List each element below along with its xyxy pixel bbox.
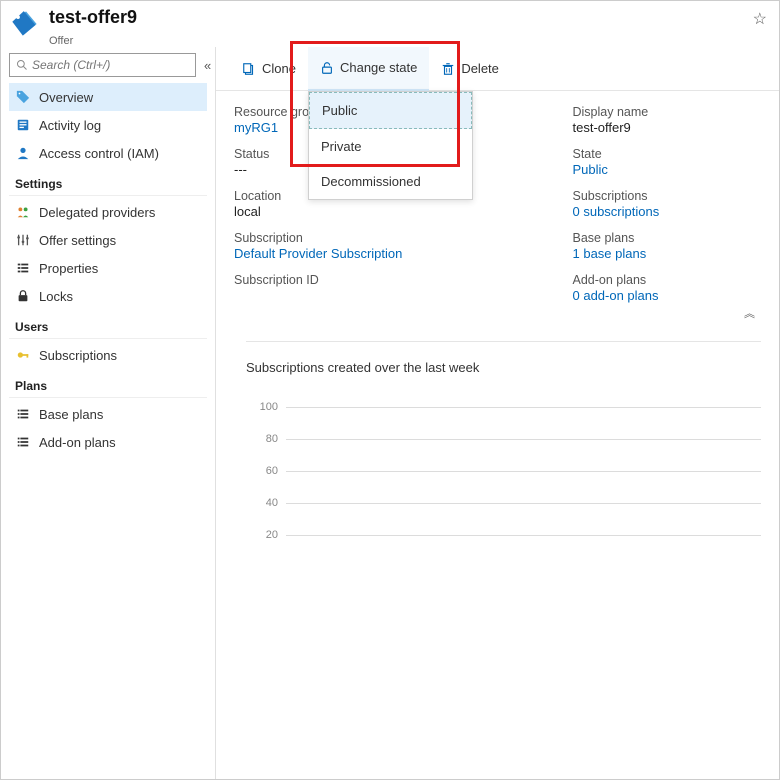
nav-subscriptions[interactable]: Subscriptions (9, 341, 207, 369)
section-header-plans: Plans (9, 369, 207, 398)
chart-title: Subscriptions created over the last week (246, 360, 761, 375)
toolbar-label: Delete (461, 61, 499, 76)
base-plans-link[interactable]: 1 base plans (573, 246, 762, 261)
nav-label: Add-on plans (39, 435, 116, 450)
section-header-settings: Settings (9, 167, 207, 196)
nav-label: Overview (39, 90, 93, 105)
prop-display-name: Display name test-offer9 (513, 105, 762, 135)
addon-plans-link[interactable]: 0 add-on plans (573, 288, 762, 303)
activity-log-icon (15, 118, 31, 132)
collapse-essentials-button[interactable]: ︽ (216, 303, 779, 321)
nav-label: Base plans (39, 407, 103, 422)
section-header-users: Users (9, 310, 207, 339)
delete-button[interactable]: Delete (429, 47, 511, 91)
offer-icon (11, 7, 39, 37)
prop-state: State Public (513, 147, 762, 177)
main-content: Clone Change state Public Private Decomm… (216, 47, 779, 779)
y-tick: 40 (246, 497, 286, 509)
prop-subscription: Subscription Default Provider Subscripti… (234, 231, 483, 261)
nav-label: Properties (39, 261, 98, 276)
nav-addon-plans[interactable]: Add-on plans (9, 428, 207, 456)
tag-icon (15, 90, 31, 104)
list-icon (15, 435, 31, 449)
prop-label: Subscription (234, 231, 483, 245)
prop-label: Subscriptions (573, 189, 762, 203)
chart-container: Subscriptions created over the last week… (246, 341, 761, 551)
state-link[interactable]: Public (573, 162, 762, 177)
page-subtitle: Offer (49, 35, 769, 47)
sliders-icon (15, 233, 31, 247)
page-title: test-offer9 (49, 7, 137, 28)
dropdown-item-decommissioned[interactable]: Decommissioned (309, 164, 472, 199)
collapse-sidebar-button[interactable]: « (202, 58, 213, 73)
change-state-dropdown: Public Private Decommissioned (308, 91, 473, 200)
subscription-link[interactable]: Default Provider Subscription (234, 246, 483, 261)
y-tick: 60 (246, 465, 286, 477)
lock-icon (15, 289, 31, 303)
nav-label: Activity log (39, 118, 101, 133)
trash-icon (441, 62, 455, 76)
page-header: test-offer9 Offer ☆ (1, 1, 779, 47)
delegated-icon (15, 205, 31, 219)
prop-label: State (573, 147, 762, 161)
key-icon (15, 348, 31, 362)
nav-locks[interactable]: Locks (9, 282, 207, 310)
prop-label: Display name (573, 105, 762, 119)
prop-base-plans: Base plans 1 base plans (513, 231, 762, 261)
subscriptions-chart: 100 80 60 40 20 (246, 391, 761, 551)
person-icon (15, 146, 31, 160)
search-input-wrap[interactable] (9, 53, 196, 77)
nav-access-control[interactable]: Access control (IAM) (9, 139, 207, 167)
gridline (286, 439, 761, 440)
gridline (286, 471, 761, 472)
nav-offer-settings[interactable]: Offer settings (9, 226, 207, 254)
nav-label: Delegated providers (39, 205, 155, 220)
prop-addon-plans: Add-on plans 0 add-on plans (513, 273, 762, 303)
y-tick: 80 (246, 433, 286, 445)
nav-label: Subscriptions (39, 348, 117, 363)
nav-activity-log[interactable]: Activity log (9, 111, 207, 139)
gridline (286, 503, 761, 504)
gridline (286, 407, 761, 408)
nav-label: Locks (39, 289, 73, 304)
change-state-button[interactable]: Change state (308, 47, 429, 91)
gridline (286, 535, 761, 536)
copy-icon (242, 62, 256, 76)
dropdown-item-private[interactable]: Private (309, 129, 472, 164)
prop-label: Add-on plans (573, 273, 762, 287)
dropdown-item-public[interactable]: Public (309, 92, 472, 129)
nav-base-plans[interactable]: Base plans (9, 400, 207, 428)
search-input[interactable] (32, 58, 189, 72)
list-icon (15, 407, 31, 421)
y-tick: 100 (246, 401, 286, 413)
properties-icon (15, 261, 31, 275)
toolbar-label: Change state (340, 60, 417, 75)
prop-subscription-id: Subscription ID (234, 273, 483, 303)
toolbar-label: Clone (262, 61, 296, 76)
prop-label: Subscription ID (234, 273, 483, 287)
unlock-icon (320, 61, 334, 75)
prop-value: local (234, 204, 483, 219)
sidebar: « Overview Activity log Access control (… (1, 47, 216, 779)
prop-label: Base plans (573, 231, 762, 245)
nav-overview[interactable]: Overview (9, 83, 207, 111)
properties-grid: Resource group myRG1 Display name test-o… (216, 91, 779, 303)
prop-subscriptions: Subscriptions 0 subscriptions (513, 189, 762, 219)
clone-button[interactable]: Clone (230, 47, 308, 91)
nav-label: Offer settings (39, 233, 116, 248)
y-tick: 20 (246, 529, 286, 541)
prop-value: test-offer9 (573, 120, 762, 135)
subscriptions-link[interactable]: 0 subscriptions (573, 204, 762, 219)
favorite-button[interactable]: ☆ (753, 9, 767, 29)
toolbar: Clone Change state Public Private Decomm… (216, 47, 779, 91)
search-icon (16, 59, 28, 71)
nav-delegated-providers[interactable]: Delegated providers (9, 198, 207, 226)
nav-properties[interactable]: Properties (9, 254, 207, 282)
nav-label: Access control (IAM) (39, 146, 159, 161)
